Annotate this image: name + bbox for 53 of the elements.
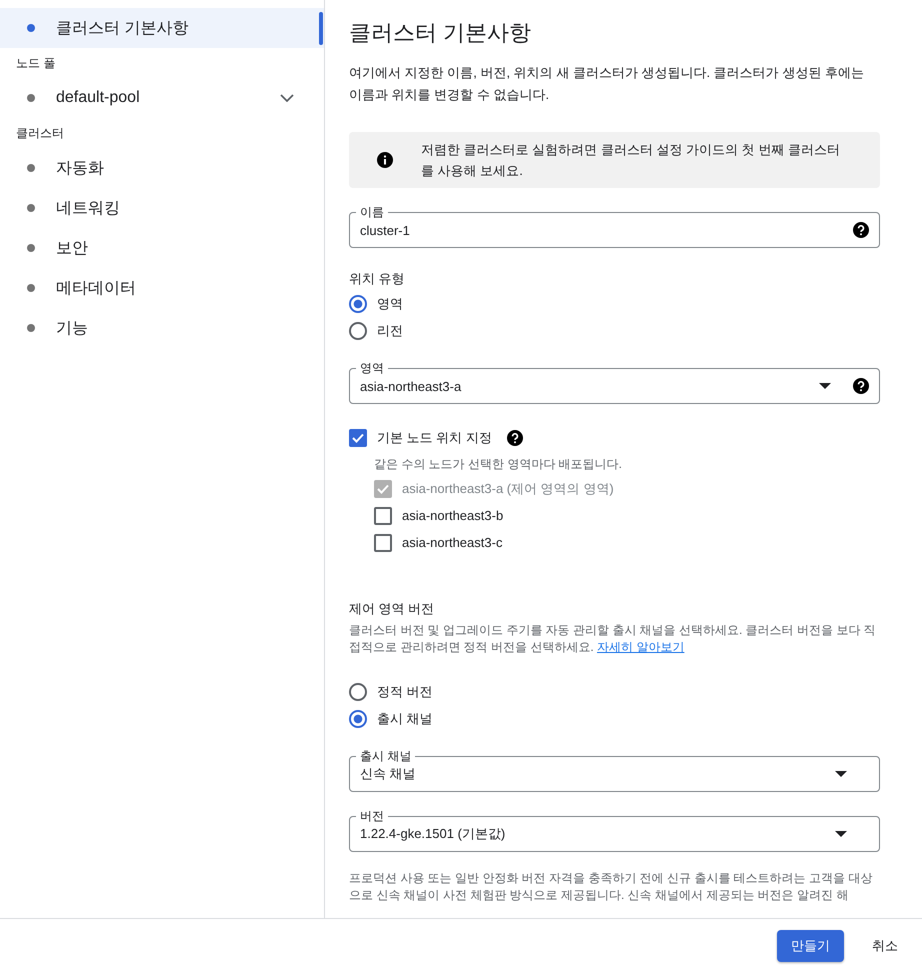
checkbox-label: 기본 노드 위치 지정 <box>377 429 492 447</box>
checkbox-label: asia-northeast3-a (제어 영역의 영역) <box>402 480 614 498</box>
sidebar-item[interactable]: default-pool <box>0 78 324 118</box>
radio-label: 정적 버전 <box>377 682 433 700</box>
bullet-icon <box>27 94 35 102</box>
sidebar-item[interactable]: 자동화 <box>0 148 324 188</box>
description-text: 여기에서 지정한 이름, 버전, 위치의 새 클러스터가 생성됩니다. 클러스터가 생성된 후에는 이름과 위치를 변경할 수 없습니다. <box>349 64 865 104</box>
section-title: 제어 영역 버전 <box>349 600 436 618</box>
info-text: 저렴한 클러스터로 실험하려면 클러스터 설정 가이드의 첫 번째 클러스터를 사용해 보세요. <box>421 141 841 180</box>
dropdown-arrow-icon <box>835 831 847 837</box>
bullet-icon <box>27 324 35 332</box>
learn-more-link[interactable]: 자세히 알아보기 <box>597 640 684 654</box>
scrollbar-thumb[interactable] <box>319 12 323 45</box>
group-label: 위치 유형 <box>349 270 406 288</box>
dropdown-arrow-icon <box>819 383 831 389</box>
sidebar-item[interactable]: 네트워킹 <box>0 188 324 228</box>
radio-label: 출시 채널 <box>377 710 433 728</box>
radio-button[interactable] <box>349 682 367 700</box>
checkbox-label: asia-northeast3-b <box>402 508 504 523</box>
section-heading: 노드 풀 <box>15 55 56 72</box>
bullet-icon <box>27 164 35 172</box>
checkbox[interactable] <box>349 429 367 447</box>
dropdown-arrow-icon <box>835 771 847 777</box>
sidebar-item[interactable]: 기능 <box>0 308 324 348</box>
dropdown-field[interactable]: 영역 asia-northeast3-a <box>349 360 880 404</box>
page-title: 클러스터 기본사항 <box>349 19 532 47</box>
checkbox[interactable] <box>374 534 392 552</box>
radio-button[interactable] <box>349 322 367 340</box>
bullet-icon <box>27 204 35 212</box>
radio-button[interactable] <box>349 710 367 728</box>
radio-label: 리전 <box>377 322 403 340</box>
checkmark-icon <box>377 484 389 494</box>
sidebar-item[interactable]: 메타데이터 <box>0 268 324 308</box>
bullet-icon <box>27 24 35 32</box>
info-icon <box>377 152 393 168</box>
dropdown-field[interactable]: 버전 1.22.4-gke.1501 (기본값) <box>349 808 880 852</box>
checkmark-icon <box>352 433 364 443</box>
section-heading: 클러스터 <box>15 125 65 142</box>
sidebar-item[interactable]: 보안 <box>0 228 324 268</box>
checkbox[interactable] <box>374 506 392 524</box>
section-description: 클러스터 버전 및 업그레이드 주기를 자동 관리할 출시 채널을 선택하세요. 클러스터 버전을 보다 직접적으로 관리하려면 정적 버전을 선택하세요. 자세히 알아보기 <box>349 622 877 656</box>
dropdown-field[interactable]: 출시 채널 신속 채널 <box>349 748 880 792</box>
bullet-icon <box>27 244 35 252</box>
checkbox-label: asia-northeast3-c <box>402 535 502 550</box>
input-field[interactable]: 이름 cluster-1 <box>349 204 880 248</box>
bullet-icon <box>27 284 35 292</box>
sidebar-item[interactable]: 클러스터 기본사항 <box>0 8 324 48</box>
create-button[interactable]: 만들기 <box>777 930 844 962</box>
cancel-button[interactable]: 취소 <box>860 930 910 962</box>
radio-button[interactable] <box>349 294 367 312</box>
radio-label: 영역 <box>377 294 403 312</box>
note-text: 프로덕션 사용 또는 일반 안정화 버전 자격을 충족하기 전에 신규 출시를 테스트하려는 고객을 대상으로 신속 채널이 사전 체험판 방식으로 제공됩니다. 신속 채널에서 제공되는 버전은 알려진 해 <box>349 870 874 904</box>
hint-text: 같은 수의 노드가 선택한 영역마다 배포됩니다. <box>374 456 624 473</box>
